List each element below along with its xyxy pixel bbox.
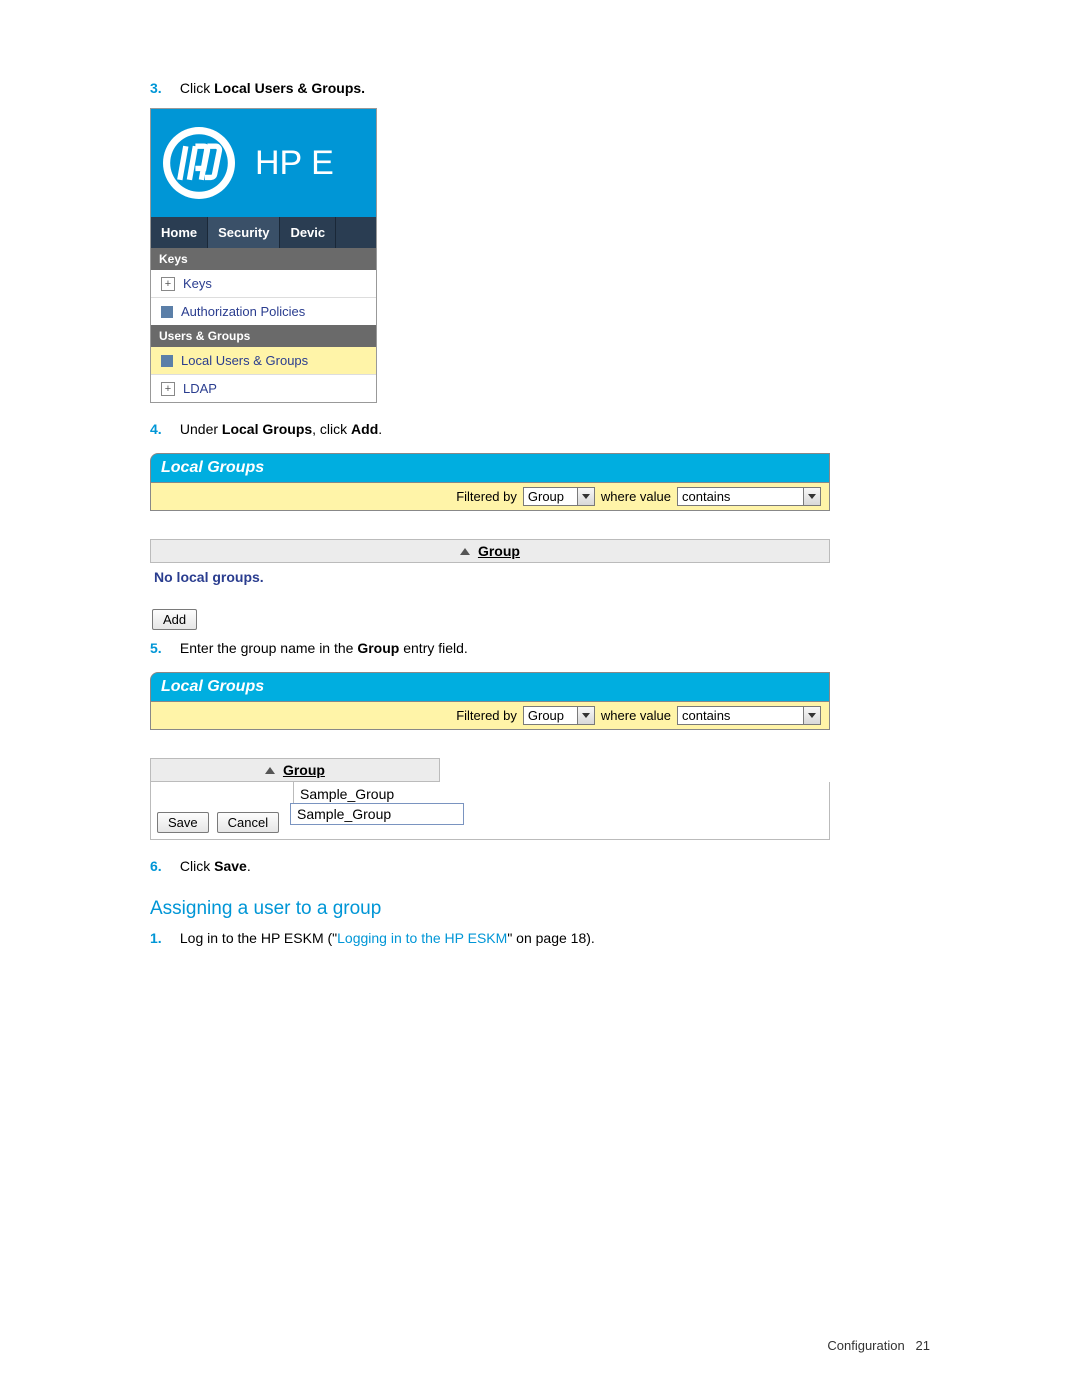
filter-bar: Filtered by Group where value contains [150,701,830,730]
bullet-icon [161,355,173,367]
save-button[interactable]: Save [157,812,209,833]
tab-device[interactable]: Devic [280,217,336,248]
step-text: Enter the group name in the Group entry … [180,640,468,656]
section-users-header: Users & Groups [151,325,376,347]
footer-page-number: 21 [916,1338,930,1353]
section-users-list: Local Users & Groups + LDAP [151,347,376,402]
column-label: Group [478,543,520,559]
sidebar-item-label: Authorization Policies [181,304,305,319]
select-value: contains [682,708,730,723]
step-4: 4. Under Local Groups, click Add. [150,421,930,437]
buttons-row-container: Save Cancel [151,806,829,839]
section-heading-assigning-user: Assigning a user to a group [150,898,930,920]
chevron-down-icon [577,707,594,724]
chevron-down-icon [577,488,594,505]
sidebar-item-keys[interactable]: + Keys [151,270,376,298]
expand-icon: + [161,277,175,291]
panel-title: Local Groups [150,453,830,482]
filter-op-select[interactable]: contains [677,487,821,506]
group-column-header[interactable]: Group [150,758,440,782]
main-tabs: Home Security Devic [151,217,376,248]
step-number: 6. [150,858,176,874]
step-text: Click Save. [180,858,251,874]
filter-label: Filtered by [456,708,517,723]
step-number: 5. [150,640,176,656]
footer-section-label: Configuration [827,1338,904,1353]
step-number: 3. [150,80,176,96]
sidebar-item-auth-policies[interactable]: Authorization Policies [151,298,376,325]
tab-home[interactable]: Home [151,217,208,248]
local-groups-panel-add: Local Groups Filtered by Group where val… [150,672,830,840]
hp-nav-screenshot: HP E Home Security Devic Keys + Keys Aut… [150,108,377,403]
sidebar-item-local-users-groups[interactable]: Local Users & Groups [151,347,376,375]
section2-step-1: 1. Log in to the HP ESKM ("Logging in to… [150,930,930,946]
banner-title: HP E [255,144,334,183]
sort-asc-icon [265,767,275,774]
sidebar-item-label: LDAP [183,381,217,396]
hp-logo-icon [163,127,235,199]
group-row: Sample_Group [151,782,829,806]
filter-where-label: where value [601,489,671,504]
tab-security[interactable]: Security [208,217,280,248]
chevron-down-icon [803,707,820,724]
add-button[interactable]: Add [152,609,197,630]
column-label: Group [283,762,325,778]
filter-op-select[interactable]: contains [677,706,821,725]
filter-field-select[interactable]: Group [523,487,595,506]
bullet-icon [161,306,173,318]
sidebar-item-label: Local Users & Groups [181,353,308,368]
no-local-groups-text: No local groups. [150,563,830,591]
hp-banner: HP E [151,109,376,217]
select-value: contains [682,489,730,504]
sidebar-item-label: Keys [183,276,212,291]
step-number: 1. [150,930,176,946]
filter-label: Filtered by [456,489,517,504]
group-column-header[interactable]: Group [150,539,830,563]
step-text: Log in to the HP ESKM ("Logging in to th… [180,930,595,946]
step-6: 6. Click Save. [150,858,930,874]
step-text: Click Local Users & Groups. [180,80,365,96]
autocomplete-suggestion[interactable]: Sample_Group [290,803,464,825]
document-page: 3. Click Local Users & Groups. HP [0,0,1080,1397]
select-value: Group [528,708,564,723]
page-footer: Configuration 21 [827,1338,930,1353]
section-keys-header: Keys [151,248,376,270]
cross-ref-link[interactable]: Logging in to the HP ESKM [337,930,507,946]
group-row-radio-cell [151,782,294,806]
local-groups-panel-empty: Local Groups Filtered by Group where val… [150,453,830,630]
panel-title: Local Groups [150,672,830,701]
select-value: Group [528,489,564,504]
sort-asc-icon [460,548,470,555]
cancel-button[interactable]: Cancel [217,812,279,833]
filter-bar: Filtered by Group where value contains [150,482,830,511]
sidebar-item-ldap[interactable]: + LDAP [151,375,376,402]
chevron-down-icon [803,488,820,505]
step-number: 4. [150,421,176,437]
expand-icon: + [161,382,175,396]
step-5: 5. Enter the group name in the Group ent… [150,640,930,656]
filter-field-select[interactable]: Group [523,706,595,725]
step-3: 3. Click Local Users & Groups. [150,80,930,96]
step-text: Under Local Groups, click Add. [180,421,382,437]
filter-where-label: where value [601,708,671,723]
section-keys-list: + Keys Authorization Policies [151,270,376,325]
